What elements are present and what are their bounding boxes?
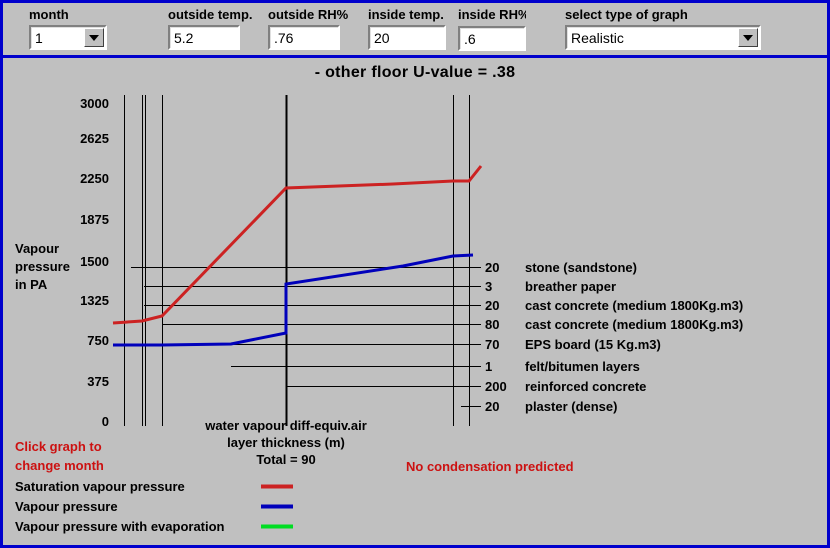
y-tick-label: 375 bbox=[87, 374, 109, 389]
material-thickness: 1 bbox=[485, 359, 492, 374]
graph-type-select[interactable]: Realistic bbox=[565, 25, 761, 50]
series-saturation-vapour-pressure bbox=[112, 165, 483, 325]
y-axis-title-line: in PA bbox=[15, 277, 48, 292]
outside-rh-input[interactable]: .76 bbox=[268, 25, 340, 50]
inside-rh-value: .6 bbox=[464, 30, 476, 47]
material-thickness: 20 bbox=[485, 399, 499, 414]
x-axis-caption-line: layer thickness (m) bbox=[227, 435, 345, 450]
control-inside-rh-label: inside RH% bbox=[458, 8, 526, 22]
control-outside-temp-label: outside temp. bbox=[168, 7, 253, 22]
condensation-chart[interactable]: 3000 2625 2250 1875 1500 1325 750 375 0 … bbox=[3, 58, 827, 545]
series-vapour-pressure bbox=[113, 253, 474, 347]
layer-boundaries bbox=[124, 95, 470, 426]
y-tick-label: 750 bbox=[87, 333, 109, 348]
y-axis-title: Vapour pressure in PA bbox=[15, 241, 70, 292]
y-axis-title-line: pressure bbox=[15, 259, 70, 274]
material-thickness: 80 bbox=[485, 317, 499, 332]
legend-label: Vapour pressure bbox=[15, 499, 118, 514]
control-inside-temp: inside temp. 20 bbox=[368, 8, 446, 50]
inside-temp-input[interactable]: 20 bbox=[368, 25, 446, 50]
click-hint-line: Click graph to bbox=[15, 439, 102, 454]
chevron-down-icon[interactable] bbox=[84, 28, 104, 47]
control-outside-temp: outside temp. 5.2 bbox=[168, 8, 253, 50]
graph-panel[interactable]: - other floor U-value = .38 3000 2625 22… bbox=[3, 58, 827, 545]
y-tick-label: 1875 bbox=[80, 212, 109, 227]
control-month-label: month bbox=[29, 7, 69, 22]
y-tick-label: 3000 bbox=[80, 96, 109, 111]
material-thickness: 70 bbox=[485, 337, 499, 352]
material-thickness: 3 bbox=[485, 279, 492, 294]
chart-legend: Saturation vapour pressure Vapour pressu… bbox=[15, 479, 293, 534]
y-tick-label: 1325 bbox=[80, 293, 109, 308]
x-axis-caption-line: water vapour diff-equiv.air bbox=[204, 418, 367, 433]
y-tick-label: 2250 bbox=[80, 171, 109, 186]
outside-temp-value: 5.2 bbox=[174, 29, 194, 46]
material-name: stone (sandstone) bbox=[525, 260, 637, 275]
material-name: plaster (dense) bbox=[525, 399, 617, 414]
material-list: 20 stone (sandstone) 3 breather paper 20… bbox=[485, 260, 743, 414]
control-graph-type: select type of graph Realistic bbox=[565, 8, 761, 50]
legend-label: Saturation vapour pressure bbox=[15, 479, 185, 494]
legend-label: Vapour pressure with evaporation bbox=[15, 519, 225, 534]
control-graph-type-label: select type of graph bbox=[565, 7, 688, 22]
x-axis-caption-line: Total = 90 bbox=[256, 452, 315, 467]
material-name: breather paper bbox=[525, 279, 616, 294]
control-inside-temp-label: inside temp. bbox=[368, 7, 444, 22]
control-inside-rh: inside RH% .6 bbox=[458, 8, 526, 51]
material-name: cast concrete (medium 1800Kg.m3) bbox=[525, 298, 743, 313]
material-name: reinforced concrete bbox=[525, 379, 646, 394]
inside-temp-value: 20 bbox=[374, 29, 390, 46]
month-select[interactable]: 1 bbox=[29, 25, 107, 50]
y-axis-title-line: Vapour bbox=[15, 241, 59, 256]
outside-temp-input[interactable]: 5.2 bbox=[168, 25, 240, 50]
control-outside-rh-label: outside RH% bbox=[268, 7, 349, 22]
material-thickness: 20 bbox=[485, 260, 499, 275]
material-name: EPS board (15 Kg.m3) bbox=[525, 337, 661, 352]
graph-type-select-value: Realistic bbox=[571, 29, 624, 46]
status-message: No condensation predicted bbox=[406, 459, 574, 474]
x-axis-caption: water vapour diff-equiv.air layer thickn… bbox=[204, 418, 367, 467]
parameter-toolbar: month 1 outside temp. 5.2 outside RH% .7… bbox=[3, 3, 827, 58]
y-axis-ticks: 3000 2625 2250 1875 1500 1325 750 375 0 bbox=[80, 96, 109, 429]
click-graph-hint[interactable]: Click graph to change month bbox=[15, 439, 104, 473]
material-name: cast concrete (medium 1800Kg.m3) bbox=[525, 317, 743, 332]
month-select-value: 1 bbox=[35, 29, 43, 46]
material-name: felt/bitumen layers bbox=[525, 359, 640, 374]
y-tick-label: 0 bbox=[102, 414, 109, 429]
y-tick-label: 2625 bbox=[80, 131, 109, 146]
material-thickness: 20 bbox=[485, 298, 499, 313]
control-month: month 1 bbox=[29, 8, 107, 50]
material-thickness: 200 bbox=[485, 379, 507, 394]
inside-rh-input[interactable]: .6 bbox=[458, 26, 526, 51]
outside-rh-value: .76 bbox=[274, 29, 294, 46]
y-tick-label: 1500 bbox=[80, 254, 109, 269]
click-hint-line: change month bbox=[15, 458, 104, 473]
control-outside-rh: outside RH% .76 bbox=[268, 8, 348, 50]
application-window: month 1 outside temp. 5.2 outside RH% .7… bbox=[0, 0, 830, 548]
chevron-down-icon[interactable] bbox=[738, 28, 758, 47]
material-rules bbox=[113, 267, 481, 407]
